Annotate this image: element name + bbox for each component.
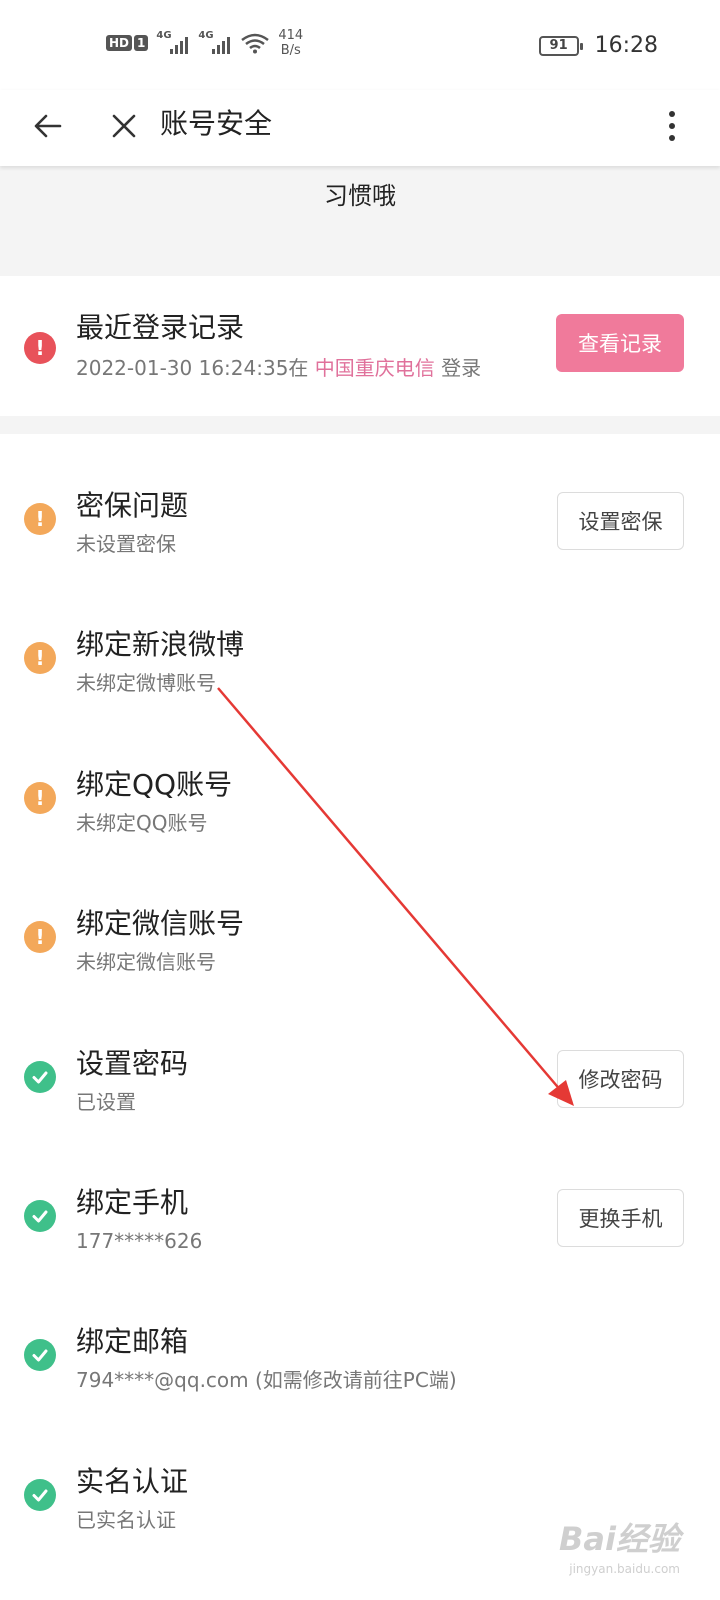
security-item-title: 绑定QQ账号	[76, 768, 233, 801]
network-type-1: 4G	[156, 30, 172, 41]
security-item-button[interactable]: 修改密码	[557, 1050, 684, 1108]
security-item-title: 设置密码	[76, 1047, 189, 1080]
sim-label: 1	[134, 35, 149, 51]
warning-circle-icon: !	[24, 782, 56, 814]
security-item-status: 未绑定微博账号	[76, 671, 216, 695]
alert-red-icon: !	[24, 332, 56, 364]
security-item-row[interactable]: 设置密码已设置 修改密码	[0, 992, 720, 1131]
recent-login-location: 中国重庆电信	[314, 356, 435, 380]
section-divider	[0, 416, 720, 434]
watermark-logo: Bai经验	[559, 1520, 680, 1558]
wifi-icon	[241, 33, 270, 54]
recent-login-suffix: 登录	[441, 356, 482, 380]
recent-login-title: 最近登录记录	[76, 311, 245, 344]
security-item-title: 绑定手机	[76, 1186, 189, 1219]
network-speed: 414 B/s	[278, 28, 303, 58]
security-item-status: 794****@qq.com (如需修改请前往PC端)	[76, 1368, 457, 1392]
check-circle-icon	[24, 1061, 56, 1093]
warning-circle-icon: !	[24, 503, 56, 535]
warning-circle-icon: !	[24, 921, 56, 953]
hd-label: HD	[106, 35, 133, 51]
security-item-row[interactable]: ! 绑定QQ账号未绑定QQ账号	[0, 713, 720, 852]
status-right: 91 16:28	[538, 33, 658, 58]
security-item-row[interactable]: ! 绑定微信账号未绑定微信账号	[0, 852, 720, 991]
security-item-status: 177*****626	[76, 1229, 203, 1253]
profile-area: 习惯哦	[0, 166, 720, 276]
recent-login-detail: 2022-01-30 16:24:35在 中国重庆电信 登录	[76, 354, 481, 382]
check-circle-icon	[24, 1479, 56, 1511]
more-vertical-icon[interactable]	[660, 106, 684, 146]
security-item-title: 绑定微信账号	[76, 907, 245, 940]
security-item-status: 未绑定微信账号	[76, 950, 216, 974]
security-item-row[interactable]: 绑定手机 177*****626 更换手机	[0, 1131, 720, 1270]
signal-icon: 4G	[156, 30, 190, 54]
security-item-title: 实名认证	[76, 1465, 189, 1498]
warning-circle-icon: !	[24, 642, 56, 674]
page-title: 账号安全	[160, 107, 273, 140]
watermark-url: jingyan.baidu.com	[569, 1562, 680, 1576]
security-item-row[interactable]: ! 绑定新浪微博未绑定微博账号	[0, 573, 720, 712]
nickname: 习惯哦	[324, 182, 396, 210]
speed-value: 414	[278, 28, 304, 43]
security-item-title: 绑定邮箱	[76, 1325, 189, 1358]
clock: 16:28	[594, 33, 658, 58]
security-item-row[interactable]: 绑定邮箱 794****@qq.com (如需修改请前往PC端)	[0, 1270, 720, 1409]
network-type-2: 4G	[198, 30, 214, 41]
security-item-button[interactable]: 更换手机	[557, 1189, 684, 1247]
security-item-status: 未绑定QQ账号	[76, 811, 208, 835]
battery-level: 91	[549, 38, 568, 53]
close-icon	[112, 114, 136, 138]
hd-badge: HD 1	[106, 32, 149, 54]
arrow-left-icon	[34, 114, 62, 138]
recent-login-card: ! 最近登录记录 2022-01-30 16:24:35在 中国重庆电信 登录 …	[0, 276, 720, 416]
security-item-row[interactable]: ! 密保问题未设置密保 设置密保	[0, 434, 720, 573]
security-item-button[interactable]: 设置密保	[557, 492, 684, 550]
battery-icon: 91	[538, 35, 583, 56]
signal-icon: 4G	[198, 30, 232, 54]
close-button[interactable]	[104, 106, 144, 146]
security-item-title: 密保问题	[76, 489, 189, 522]
check-circle-icon	[24, 1339, 56, 1371]
security-item-title: 绑定新浪微博	[76, 628, 245, 661]
back-button[interactable]	[28, 106, 68, 146]
security-item-status: 已设置	[76, 1090, 136, 1114]
security-item-status: 未设置密保	[76, 532, 176, 556]
status-bar: HD 1 4G 4G 414 B/s 91 16:28	[0, 0, 720, 90]
watermark: Bai经验 jingyan.baidu.com	[559, 1514, 680, 1576]
security-item-status: 已实名认证	[76, 1508, 176, 1532]
check-circle-icon	[24, 1200, 56, 1232]
speed-unit: B/s	[280, 43, 301, 58]
app-bar: 账号安全	[0, 90, 720, 166]
view-records-button[interactable]: 查看记录	[556, 314, 684, 372]
recent-login-datetime: 2022-01-30 16:24:35在	[76, 356, 309, 380]
status-left: HD 1 4G 4G 414 B/s	[106, 28, 303, 58]
